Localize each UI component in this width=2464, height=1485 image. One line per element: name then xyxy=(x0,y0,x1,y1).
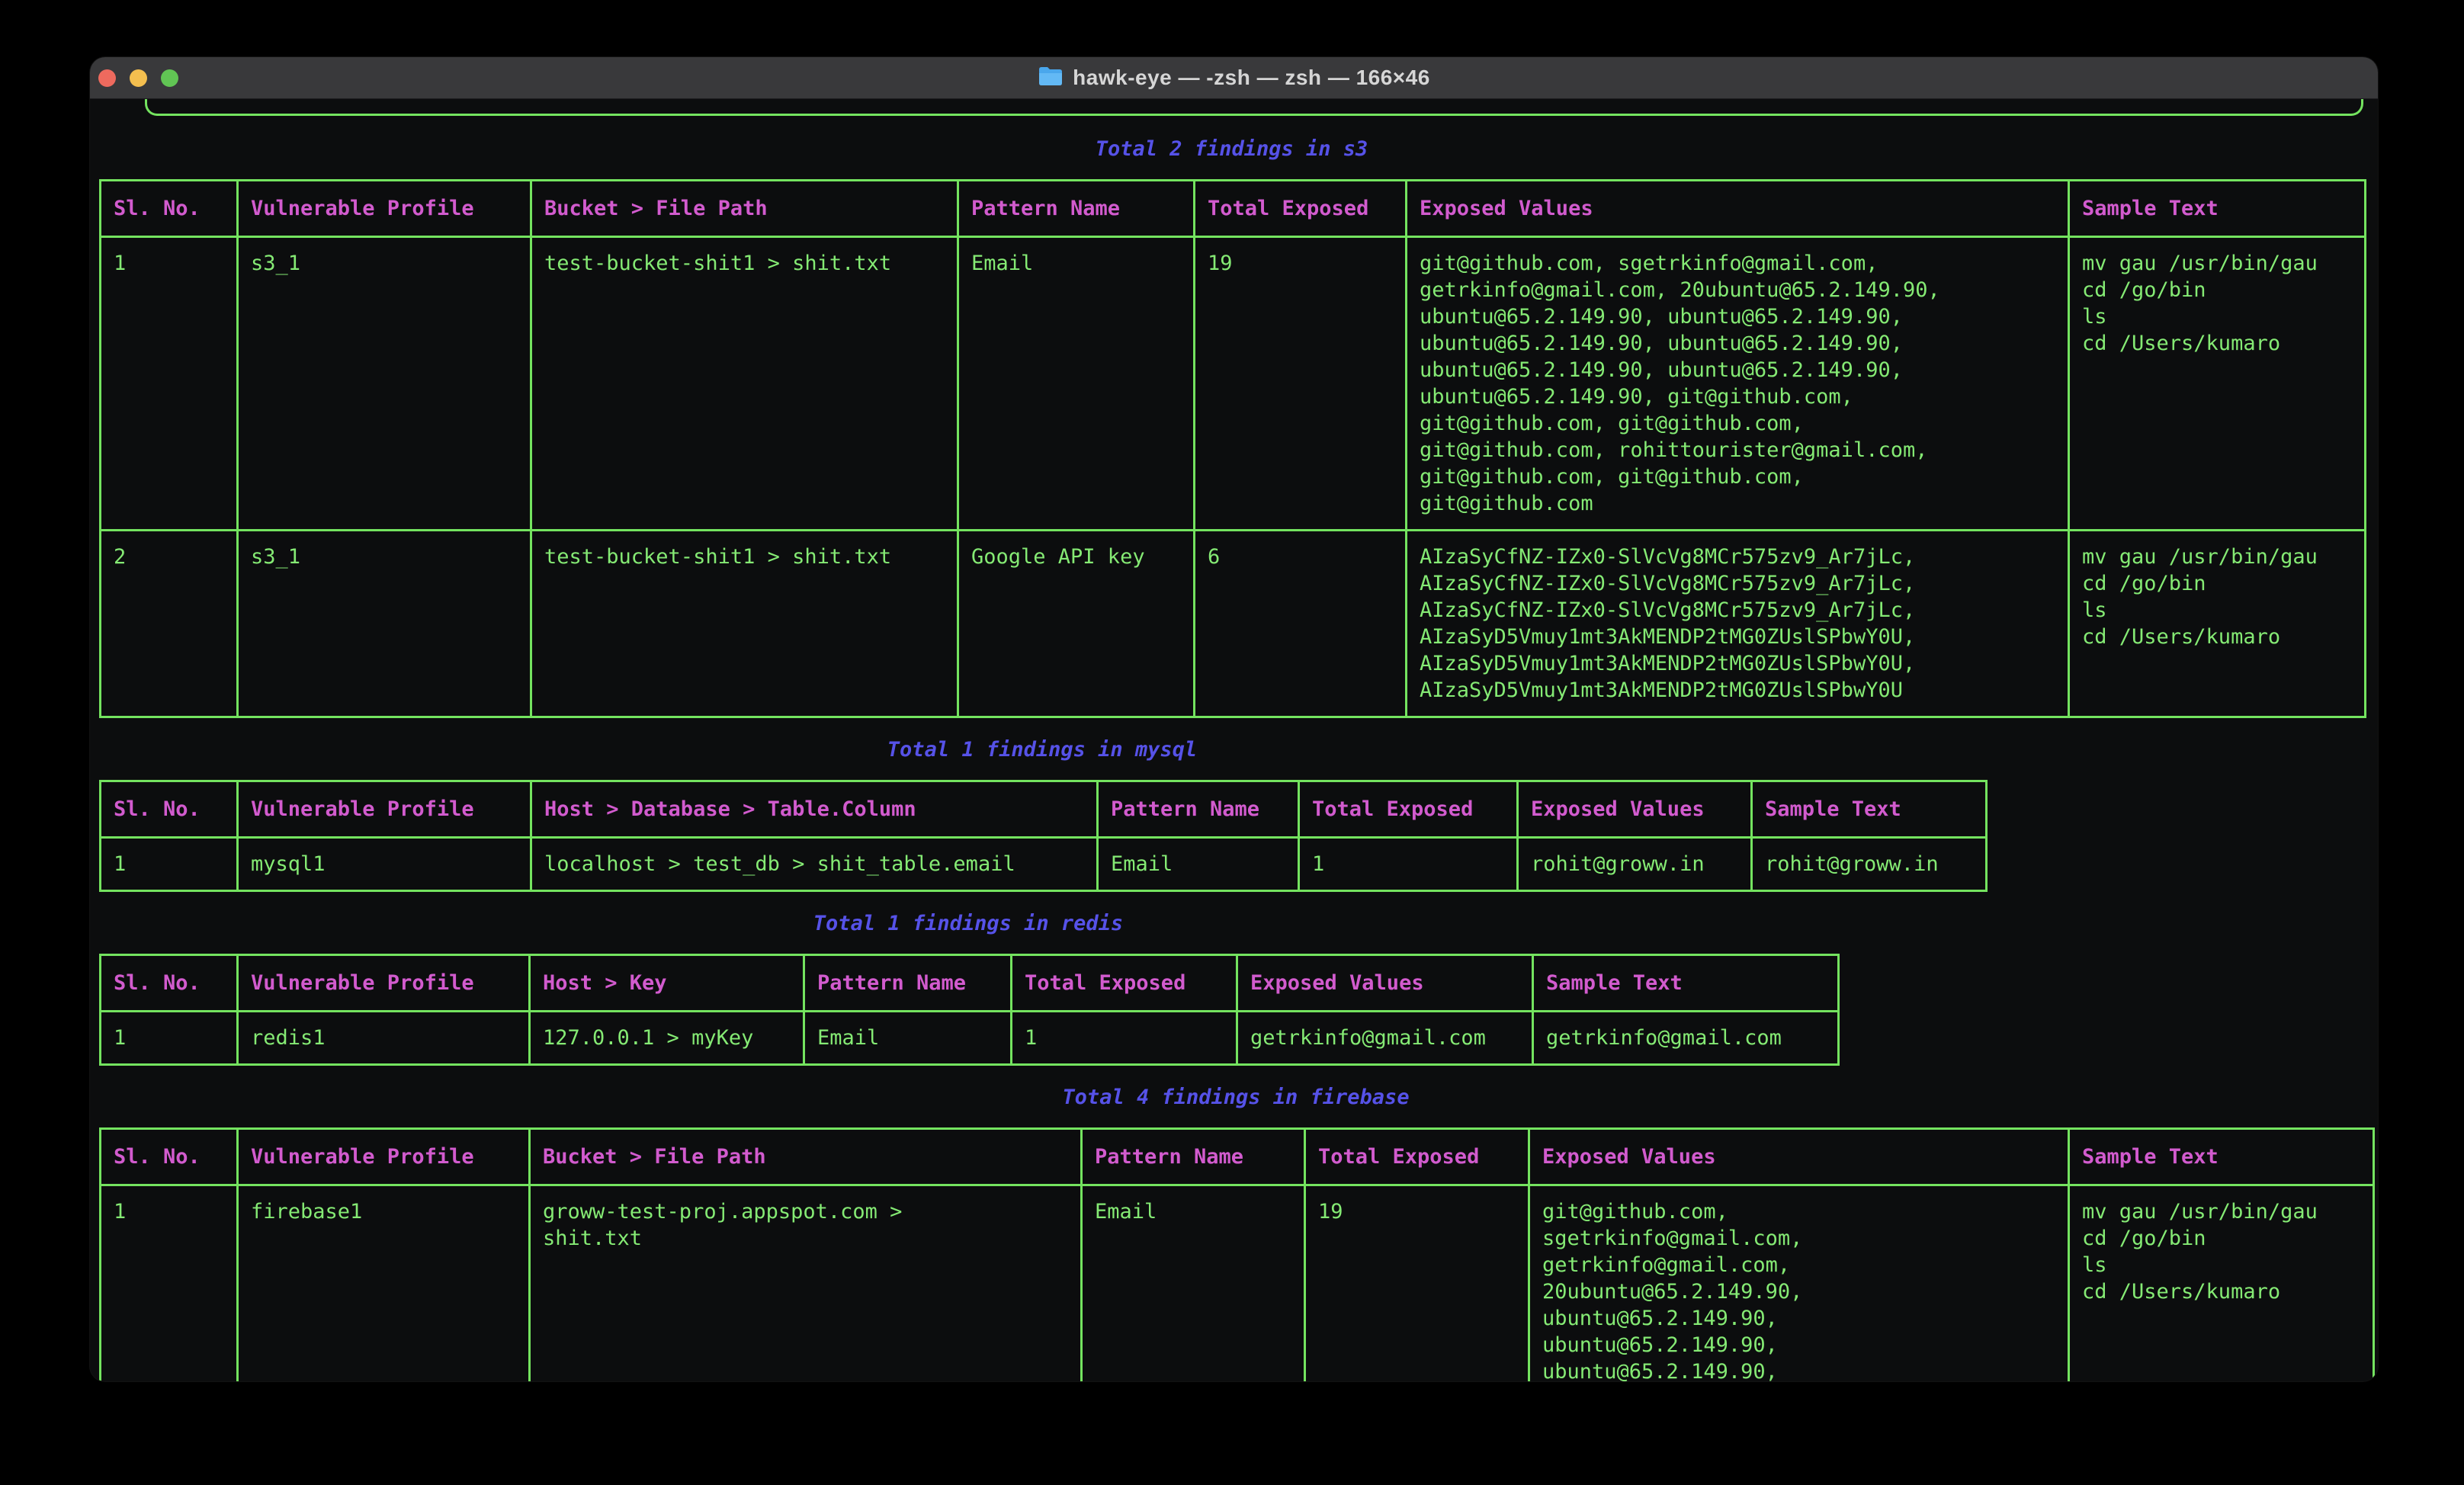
table-cell: mv gau /usr/bin/gau cd /go/bin ls cd /Us… xyxy=(2069,1185,2374,1382)
table-cell: 1 xyxy=(1299,838,1518,891)
findings-table-redis: Sl. No. Vulnerable Profile Host > Key Pa… xyxy=(99,954,1840,1066)
header-cell: Sample Text xyxy=(2069,1129,2374,1185)
header-cell: Host > Key xyxy=(530,955,804,1012)
window-title-text: hawk-eye — -zsh — zsh — 166×46 xyxy=(1073,66,1430,90)
table-cell: 1 xyxy=(1012,1012,1237,1065)
folder-icon xyxy=(1038,66,1064,90)
table-row: 1 firebase1 groww-test-proj.appspot.com … xyxy=(101,1185,2374,1382)
table-cell: Email xyxy=(1098,838,1299,891)
header-cell: Vulnerable Profile xyxy=(238,955,530,1012)
section-s3: Total 2 findings in s3 Sl. No. Vulnerabl… xyxy=(99,136,2378,718)
header-cell: Total Exposed xyxy=(1012,955,1237,1012)
header-cell: Exposed Values xyxy=(1529,1129,2069,1185)
table-cell: getrkinfo@gmail.com xyxy=(1533,1012,1839,1065)
header-cell: Vulnerable Profile xyxy=(238,781,531,838)
table-cell: 1 xyxy=(101,1185,238,1382)
header-cell: Exposed Values xyxy=(1407,181,2069,237)
section-title-firebase: Total 4 findings in firebase xyxy=(99,1084,2373,1111)
table-cell: Email xyxy=(1082,1185,1305,1382)
table-cell: 1 xyxy=(101,237,238,531)
findings-table-firebase: Sl. No. Vulnerable Profile Bucket > File… xyxy=(99,1127,2375,1381)
table-row: 2 s3_1 test-bucket-shit1 > shit.txt Goog… xyxy=(101,531,2366,717)
table-row: 1 redis1 127.0.0.1 > myKey Email 1 getrk… xyxy=(101,1012,1839,1065)
table-cell: 1 xyxy=(101,1012,238,1065)
table-cell: mysql1 xyxy=(238,838,531,891)
desktop: hawk-eye — -zsh — zsh — 166×46 Total 2 f… xyxy=(0,0,2464,1485)
section-title-s3: Total 2 findings in s3 xyxy=(99,136,2364,162)
terminal-screen[interactable]: Total 2 findings in s3 Sl. No. Vulnerabl… xyxy=(90,99,2378,1381)
minimize-button[interactable] xyxy=(130,69,147,87)
header-cell: Sl. No. xyxy=(101,1129,238,1185)
table-cell: test-bucket-shit1 > shit.txt xyxy=(531,237,958,531)
header-cell: Vulnerable Profile xyxy=(238,181,531,237)
table-header-row: Sl. No. Vulnerable Profile Bucket > File… xyxy=(101,1129,2374,1185)
header-cell: Pattern Name xyxy=(958,181,1195,237)
section-mysql: Total 1 findings in mysql Sl. No. Vulner… xyxy=(99,736,2378,892)
table-cell: groww-test-proj.appspot.com > shit.txt xyxy=(530,1185,1082,1382)
table-header-row: Sl. No. Vulnerable Profile Bucket > File… xyxy=(101,181,2366,237)
table-cell: firebase1 xyxy=(238,1185,530,1382)
table-cell: git@github.com, sgetrkinfo@gmail.com, ge… xyxy=(1529,1185,2069,1382)
header-cell: Host > Database > Table.Column xyxy=(531,781,1098,838)
table-cell: Google API key xyxy=(958,531,1195,717)
table-cell: 19 xyxy=(1195,237,1407,531)
table-row: 1 mysql1 localhost > test_db > shit_tabl… xyxy=(101,838,1987,891)
header-cell: Total Exposed xyxy=(1195,181,1407,237)
table-cell: 1 xyxy=(101,838,238,891)
table-cell: 6 xyxy=(1195,531,1407,717)
section-title-mysql: Total 1 findings in mysql xyxy=(99,736,1985,763)
header-cell: Sl. No. xyxy=(101,955,238,1012)
table-cell: s3_1 xyxy=(238,237,531,531)
table-cell: 2 xyxy=(101,531,238,717)
header-cell: Sl. No. xyxy=(101,781,238,838)
header-cell: Exposed Values xyxy=(1237,955,1533,1012)
header-cell: Sl. No. xyxy=(101,181,238,237)
table-cell: s3_1 xyxy=(238,531,531,717)
previous-table-bottom-border xyxy=(145,99,2363,116)
header-cell: Sample Text xyxy=(2069,181,2366,237)
header-cell: Pattern Name xyxy=(1098,781,1299,838)
table-cell: AIzaSyCfNZ-IZx0-SlVcVg8MCr575zv9_Ar7jLc,… xyxy=(1407,531,2069,717)
traffic-lights xyxy=(98,57,178,98)
header-cell: Sample Text xyxy=(1752,781,1987,838)
table-row: 1 s3_1 test-bucket-shit1 > shit.txt Emai… xyxy=(101,237,2366,531)
header-cell: Vulnerable Profile xyxy=(238,1129,530,1185)
header-cell: Total Exposed xyxy=(1305,1129,1529,1185)
table-cell: 19 xyxy=(1305,1185,1529,1382)
table-cell: mv gau /usr/bin/gau cd /go/bin ls cd /Us… xyxy=(2069,531,2366,717)
table-cell: getrkinfo@gmail.com xyxy=(1237,1012,1533,1065)
window-title: hawk-eye — -zsh — zsh — 166×46 xyxy=(1038,66,1430,90)
table-cell: mv gau /usr/bin/gau cd /go/bin ls cd /Us… xyxy=(2069,237,2366,531)
section-redis: Total 1 findings in redis Sl. No. Vulner… xyxy=(99,910,2378,1066)
table-cell: localhost > test_db > shit_table.email xyxy=(531,838,1098,891)
table-cell: Email xyxy=(958,237,1195,531)
terminal-window: hawk-eye — -zsh — zsh — 166×46 Total 2 f… xyxy=(90,57,2378,1381)
header-cell: Sample Text xyxy=(1533,955,1839,1012)
close-button[interactable] xyxy=(98,69,116,87)
table-cell: test-bucket-shit1 > shit.txt xyxy=(531,531,958,717)
header-cell: Bucket > File Path xyxy=(530,1129,1082,1185)
table-cell: Email xyxy=(804,1012,1012,1065)
table-cell: rohit@groww.in xyxy=(1752,838,1987,891)
header-cell: Bucket > File Path xyxy=(531,181,958,237)
table-cell: rohit@groww.in xyxy=(1518,838,1752,891)
header-cell: Exposed Values xyxy=(1518,781,1752,838)
findings-table-s3: Sl. No. Vulnerable Profile Bucket > File… xyxy=(99,179,2366,718)
table-cell: 127.0.0.1 > myKey xyxy=(530,1012,804,1065)
section-firebase: Total 4 findings in firebase Sl. No. Vul… xyxy=(99,1084,2378,1381)
window-titlebar[interactable]: hawk-eye — -zsh — zsh — 166×46 xyxy=(90,57,2378,99)
header-cell: Total Exposed xyxy=(1299,781,1518,838)
table-cell: git@github.com, sgetrkinfo@gmail.com, ge… xyxy=(1407,237,2069,531)
section-title-redis: Total 1 findings in redis xyxy=(99,910,1837,937)
zoom-button[interactable] xyxy=(161,69,178,87)
header-cell: Pattern Name xyxy=(804,955,1012,1012)
table-header-row: Sl. No. Vulnerable Profile Host > Key Pa… xyxy=(101,955,1839,1012)
findings-table-mysql: Sl. No. Vulnerable Profile Host > Databa… xyxy=(99,780,1988,892)
table-header-row: Sl. No. Vulnerable Profile Host > Databa… xyxy=(101,781,1987,838)
header-cell: Pattern Name xyxy=(1082,1129,1305,1185)
table-cell: redis1 xyxy=(238,1012,530,1065)
